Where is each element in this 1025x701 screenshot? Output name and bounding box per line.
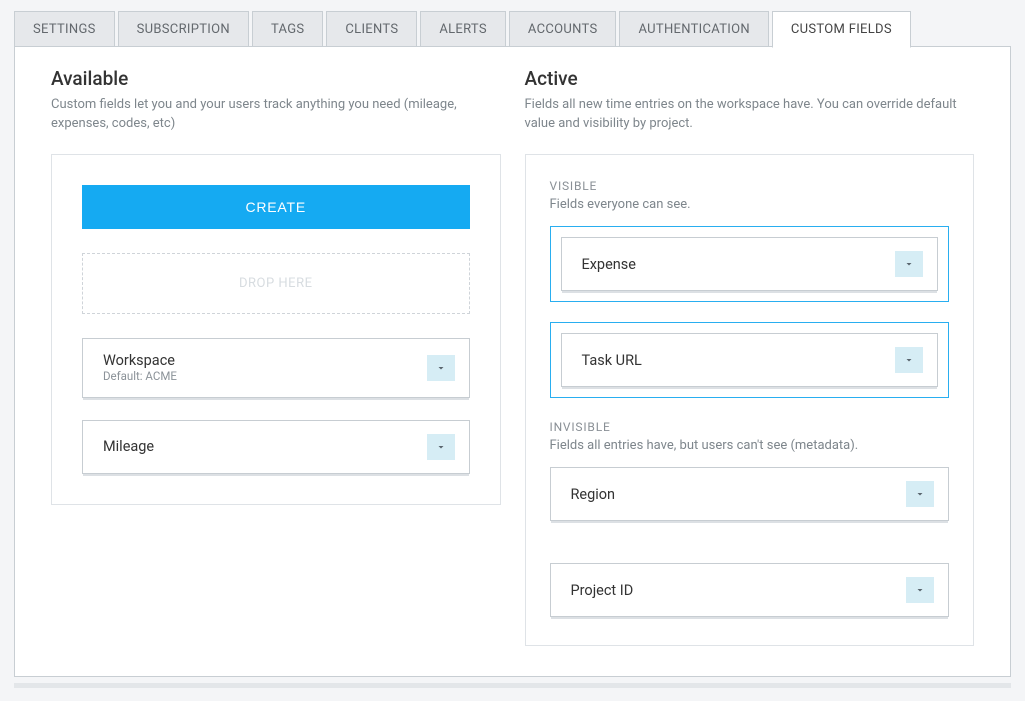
invisible-field-project-id[interactable]: Project ID — [550, 563, 950, 617]
drop-zone[interactable]: DROP HERE — [82, 253, 470, 314]
visible-field-expense[interactable]: Expense — [561, 237, 939, 291]
tab-custom-fields[interactable]: CUSTOM FIELDS — [772, 11, 911, 48]
field-name: Workspace — [103, 352, 177, 369]
field-name: Expense — [582, 256, 636, 273]
available-column: Available Custom fields let you and your… — [51, 67, 501, 646]
visible-field-wrap: Expense — [550, 226, 950, 302]
expand-button[interactable] — [427, 434, 455, 460]
expand-button[interactable] — [906, 577, 934, 603]
main-panel: Available Custom fields let you and your… — [14, 46, 1011, 677]
chevron-down-icon — [903, 354, 915, 366]
active-box: VISIBLE Fields everyone can see. Expense — [525, 154, 975, 646]
available-field-mileage[interactable]: Mileage — [82, 420, 470, 474]
invisible-label: INVISIBLE — [550, 420, 950, 434]
tab-alerts[interactable]: ALERTS — [420, 11, 506, 48]
available-desc: Custom fields let you and your users tra… — [51, 96, 501, 136]
invisible-field-region[interactable]: Region — [550, 467, 950, 521]
tab-clients[interactable]: CLIENTS — [326, 11, 417, 48]
visible-label: VISIBLE — [550, 179, 950, 193]
tab-tags[interactable]: TAGS — [252, 11, 323, 48]
visible-section: VISIBLE Fields everyone can see. Expense — [550, 179, 950, 398]
chevron-down-icon — [435, 362, 447, 374]
expand-button[interactable] — [427, 355, 455, 381]
chevron-down-icon — [914, 584, 926, 596]
invisible-fields-stack: Region Project ID — [550, 467, 950, 617]
tab-accounts[interactable]: ACCOUNTS — [509, 11, 617, 48]
footer-strip — [14, 683, 1011, 688]
active-desc: Fields all new time entries on the works… — [525, 96, 975, 136]
field-name: Project ID — [571, 582, 634, 599]
chevron-down-icon — [435, 441, 447, 453]
active-title: Active — [525, 67, 975, 90]
tab-settings[interactable]: SETTINGS — [14, 11, 115, 48]
chevron-down-icon — [903, 258, 915, 270]
field-label-block: Workspace Default: ACME — [103, 352, 177, 384]
tab-row: SETTINGS SUBSCRIPTION TAGS CLIENTS ALERT… — [14, 10, 1011, 47]
create-button[interactable]: CREATE — [82, 185, 470, 229]
available-box: CREATE DROP HERE Workspace Default: ACME… — [51, 154, 501, 505]
chevron-down-icon — [914, 488, 926, 500]
visible-field-wrap: Task URL — [550, 322, 950, 398]
visible-field-task-url[interactable]: Task URL — [561, 333, 939, 387]
visible-desc: Fields everyone can see. — [550, 197, 950, 212]
field-name: Mileage — [103, 438, 154, 455]
expand-button[interactable] — [895, 251, 923, 277]
available-title: Available — [51, 67, 501, 90]
field-name: Region — [571, 486, 616, 503]
active-column: Active Fields all new time entries on th… — [525, 67, 975, 646]
expand-button[interactable] — [895, 347, 923, 373]
visible-fields-stack: Expense Task URL — [550, 226, 950, 398]
tab-authentication[interactable]: AUTHENTICATION — [619, 11, 768, 48]
tab-subscription[interactable]: SUBSCRIPTION — [118, 11, 249, 48]
field-label-block: Mileage — [103, 438, 154, 455]
invisible-section: INVISIBLE Fields all entries have, but u… — [550, 420, 950, 617]
available-field-workspace[interactable]: Workspace Default: ACME — [82, 338, 470, 398]
invisible-desc: Fields all entries have, but users can't… — [550, 438, 950, 453]
field-sub: Default: ACME — [103, 370, 177, 384]
field-name: Task URL — [582, 352, 642, 369]
expand-button[interactable] — [906, 481, 934, 507]
